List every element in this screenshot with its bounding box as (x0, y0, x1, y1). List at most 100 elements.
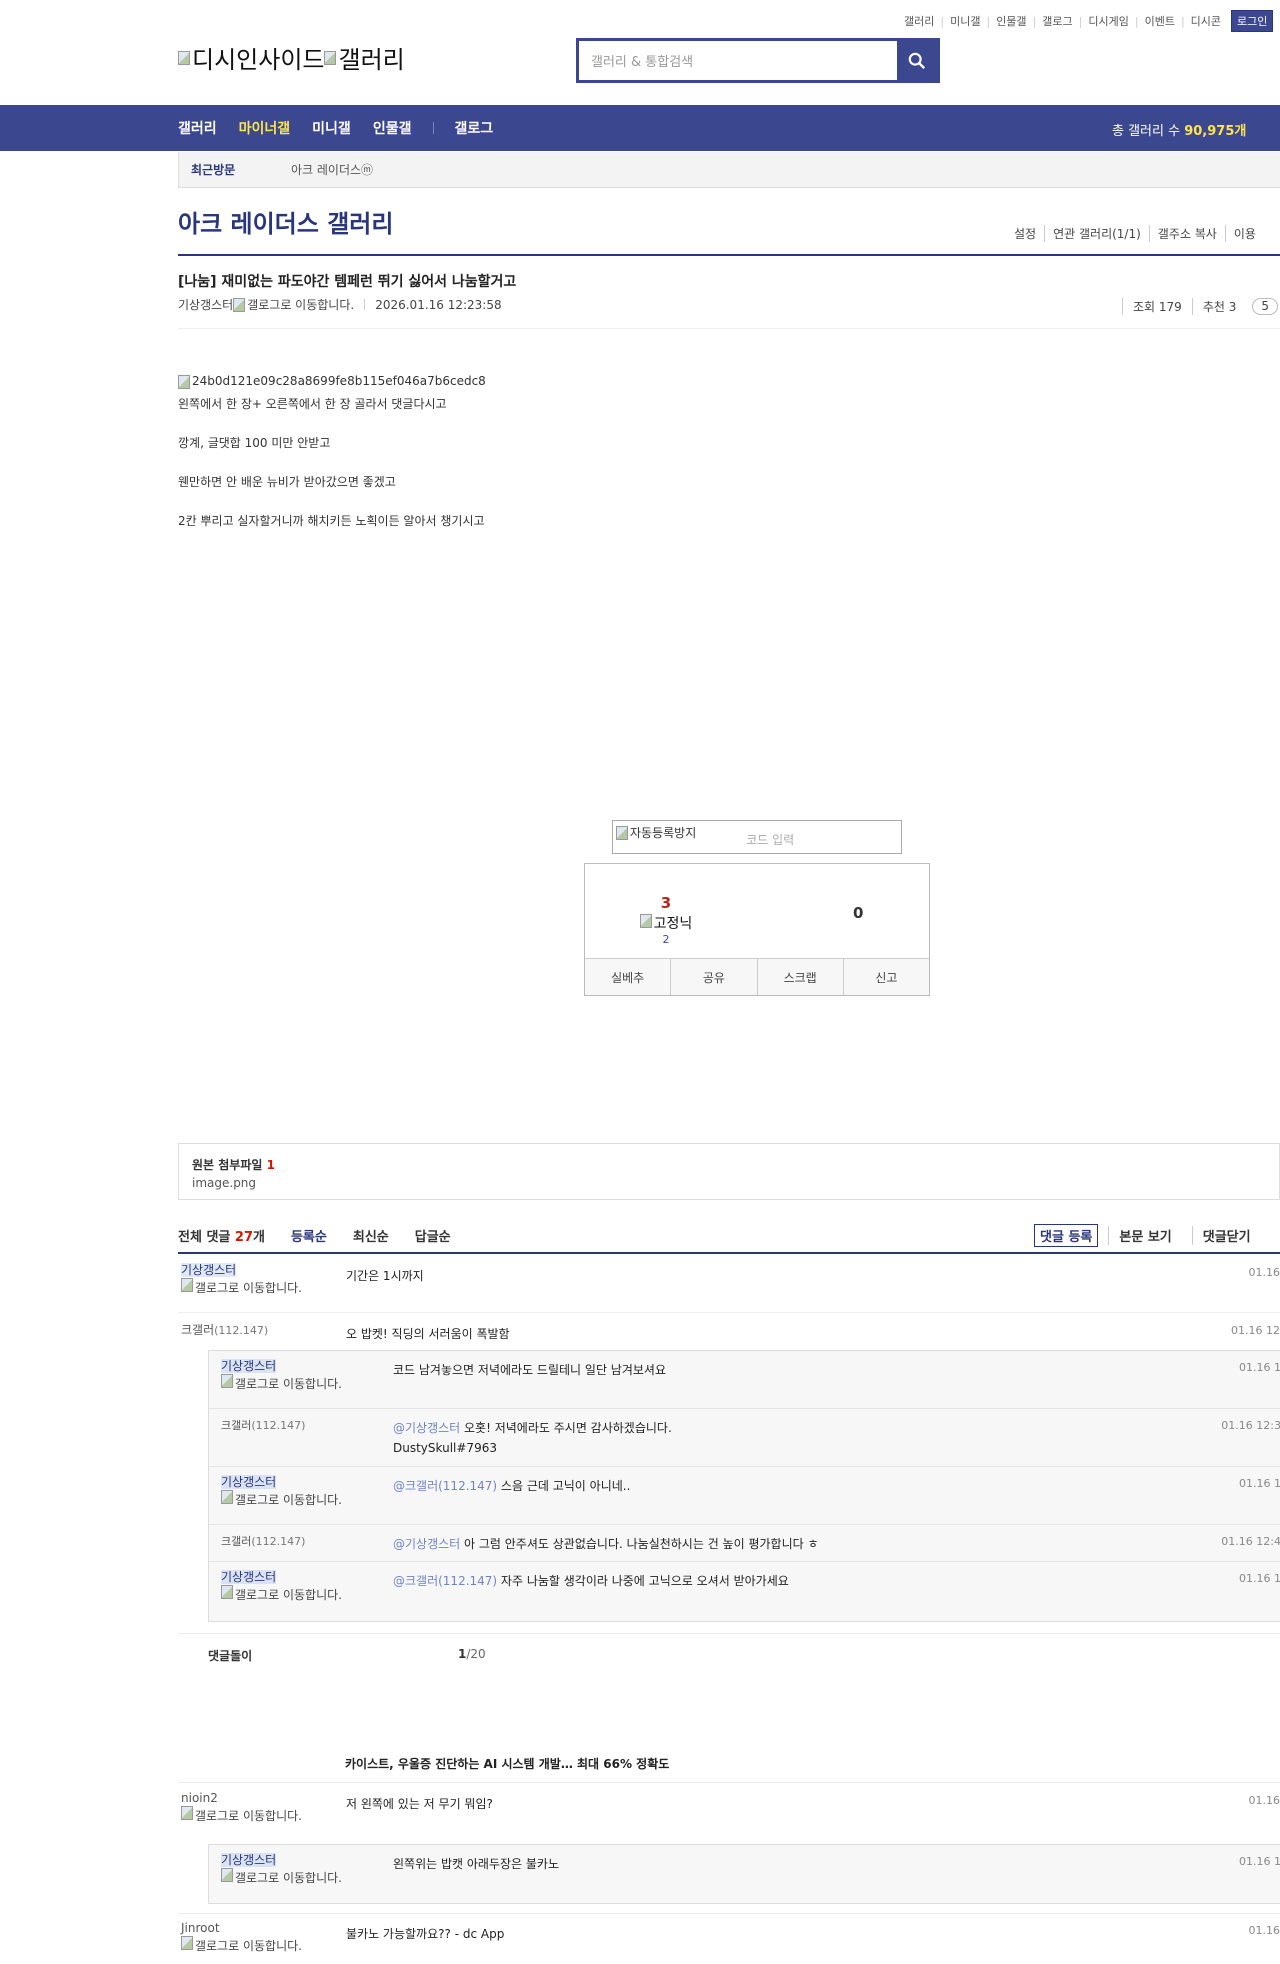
comment-bot-headline[interactable]: 카이스트, 우울증 진단하는 AI 시스템 개발… 최대 66% 정확도 (345, 1755, 669, 1772)
post-title: [나눔] 재미없는 파도야간 템페런 뛰기 싫어서 나눔할거고 (178, 274, 517, 290)
login-button[interactable]: 로그인 (1231, 10, 1274, 32)
post-recommends: 추천 3 (1191, 298, 1247, 315)
meta-divider (178, 328, 1280, 329)
toplink-minigal[interactable]: 미니갤 (950, 13, 980, 29)
top-links: 갤러리 | 미니갤 | 인물갤 | 갤로그 | 디시게임 | 이벤트 | 디시콘 로그인 (904, 10, 1274, 32)
reply-text: @기상갱스터 아 그럼 안주셔도 상관없습니다. 나눔실천하시는 건 높이 평가… (393, 1537, 819, 1551)
comment-nick[interactable]: 크갤러 (181, 1323, 214, 1337)
recommend-up-count: 3 (660, 894, 672, 912)
toplink-event[interactable]: 이벤트 (1145, 13, 1175, 29)
recommend-box: 3 고정닉 2 0 실베추 공유 스크랩 신고 (584, 863, 930, 996)
sort-by-replies[interactable]: 답글순 (415, 1226, 451, 1245)
section-divider (178, 1782, 1280, 1783)
toplink-gallery[interactable]: 갤러리 (904, 13, 934, 29)
main-nav: 갤러리 마이너갤 미니갤 인물갤 갤로그 총 갤러리 수 90,975개 (0, 105, 1280, 151)
captcha-image: 자동등록방지 (616, 824, 696, 841)
nav-gallog[interactable]: 갤로그 (454, 118, 493, 138)
comment-text: 기간은 1시까지 (346, 1269, 424, 1283)
post-views: 조회 179 (1122, 298, 1192, 315)
reply-mention[interactable]: @기상갱스터 (393, 1421, 460, 1435)
comment-nick[interactable]: 기상갱스터 (181, 1263, 237, 1277)
site-logo[interactable]: 디시인사이드 갤러리 (178, 40, 405, 75)
sort-by-registration[interactable]: 등록순 (291, 1226, 327, 1245)
comment-nick[interactable]: Jinroot (181, 1921, 220, 1935)
toplink-dcgame[interactable]: 디시게임 (1088, 13, 1128, 29)
reply-nick[interactable]: 기상갱스터 (221, 1853, 277, 1867)
attachment-file[interactable]: image.png (192, 1176, 1266, 1190)
silbe-recommend-button[interactable]: 실베추 (585, 959, 670, 995)
reply-mention[interactable]: @기상갱스터 (393, 1537, 460, 1551)
copy-gallery-address[interactable]: 갤주소 복사 (1148, 225, 1225, 242)
comment-register-button[interactable]: 댓글 등록 (1034, 1224, 1099, 1247)
close-comments-button[interactable]: 댓글닫기 (1191, 1226, 1261, 1245)
reply-time: 01.16 12:4 (1221, 1535, 1280, 1548)
comment-nick[interactable]: nioin2 (181, 1791, 218, 1805)
captcha-input[interactable]: 코드 입력 (746, 831, 794, 848)
reply-nick[interactable]: 기상갱스터 (221, 1359, 277, 1373)
search-input[interactable]: 갤러리 & 통합검색 (579, 41, 897, 80)
reply-list: 기상갱스터 갤로그로 이동합니다. 코드 남겨놓으면 저녁에라도 드릴테니 일단 … (208, 1350, 1280, 1622)
comment-count-badge[interactable]: 5 (1252, 298, 1278, 315)
attachment-label: 원본 첨부파일 1 (192, 1158, 275, 1172)
reply-mention[interactable]: @크갤러(112.147) (393, 1574, 497, 1588)
reply-text: @기상갱스터 오홋! 저녁에라도 주시면 감사하겠습니다. DustySkull#… (393, 1421, 672, 1455)
gallog-link-icon[interactable]: 갤로그로 이동합니다. (221, 1585, 351, 1602)
related-gallery[interactable]: 연관 갤러리(1/1) (1044, 225, 1149, 242)
nav-mini-gallery[interactable]: 미니갤 (312, 118, 351, 138)
reply-text: @크갤러(112.147) 자주 나눔할 생각이라 나중에 고닉으로 오셔서 받… (393, 1574, 789, 1588)
gallog-link-icon[interactable]: 갤로그로 이동합니다. (221, 1374, 351, 1391)
scrap-button[interactable]: 스크랩 (756, 959, 843, 995)
gallog-link-icon[interactable]: 갤로그로 이동합니다. (181, 1936, 311, 1953)
comment-row: Jinroot 갤로그로 이동합니다. 불카노 가능할까요?? - dc App … (178, 1913, 1280, 1964)
gallog-link-icon[interactable]: 갤로그로 이동합니다. (233, 296, 354, 313)
comment-header: 전체 댓글 27개 등록순 최신순 답글순 댓글 등록 본문 보기 댓글닫기 (178, 1224, 1280, 1254)
nav-minor-gallery[interactable]: 마이너갤 (239, 118, 291, 138)
recent-visit-item[interactable]: 아크 레이더스ⓜ (291, 161, 373, 178)
comment-time: 01.16 12 (1231, 1324, 1280, 1337)
gallery-usage[interactable]: 이용 (1224, 225, 1264, 242)
gallery-settings[interactable]: 설정 (1006, 225, 1044, 242)
recent-visit-label[interactable]: 최근방문 (179, 161, 291, 178)
gallog-link-icon[interactable]: 갤로그로 이동합니다. (221, 1490, 351, 1507)
view-post-button[interactable]: 본문 보기 (1108, 1226, 1181, 1245)
search-box: 갤러리 & 통합검색 (576, 38, 940, 83)
captcha-box: 자동등록방지 코드 입력 (612, 820, 902, 854)
reply-mention[interactable]: @크갤러(112.147) (393, 1479, 497, 1493)
recent-visit-bar: 최근방문 아크 레이더스ⓜ (178, 152, 1280, 188)
toplink-gallog[interactable]: 갤로그 (1042, 13, 1072, 29)
reply-text: 왼쪽위는 밥캣 아래두장은 불카노 (393, 1857, 560, 1871)
reply-list: 기상갱스터 갤로그로 이동합니다. 왼쪽위는 밥캣 아래두장은 불카노 01.16… (208, 1844, 1280, 1904)
nav-person-gallery[interactable]: 인물갤 (373, 118, 412, 138)
comment-text: 불카노 가능할까요?? - dc App (346, 1927, 505, 1941)
section-divider (178, 1633, 1280, 1634)
recommend-up[interactable]: 3 고정닉 2 (625, 894, 707, 946)
comment-time: 01.16 (1248, 1924, 1280, 1937)
share-button[interactable]: 공유 (670, 959, 756, 995)
reply-nick[interactable]: 크갤러 (221, 1419, 251, 1432)
comment-bot-label: 댓글돌이 (208, 1649, 253, 1663)
recommend-down-count[interactable]: 0 (853, 904, 863, 922)
gallog-link-icon[interactable]: 갤로그로 이동합니다. (181, 1806, 311, 1823)
post-image[interactable]: 24b0d121e09c28a8699fe8b115ef046a7b6cedc8 (178, 372, 486, 391)
gallery-title[interactable]: 아크 레이더스 갤러리 (178, 204, 393, 239)
report-button[interactable]: 신고 (842, 959, 929, 995)
nav-gallery[interactable]: 갤러리 (178, 118, 217, 138)
comment-text: 오 밥켓! 직딩의 서러움이 폭발함 (346, 1327, 510, 1341)
reply-time: 01.16 1 (1239, 1572, 1280, 1585)
gallog-link-icon[interactable]: 갤로그로 이동합니다. (221, 1868, 351, 1885)
title-divider (178, 254, 1280, 256)
post-author[interactable]: 기상갱스터 (178, 296, 233, 313)
toplink-persongal[interactable]: 인물갤 (996, 13, 1026, 29)
reply-nick[interactable]: 기상갱스터 (221, 1475, 277, 1489)
search-button[interactable] (897, 41, 937, 80)
toplink-dccon[interactable]: 디시콘 (1191, 13, 1221, 29)
sort-by-latest[interactable]: 최신순 (353, 1226, 389, 1245)
reply-nick[interactable]: 기상갱스터 (221, 1570, 277, 1584)
post-stats: 조회 179 추천 3 5 (1122, 298, 1278, 315)
comment-row: nioin2 갤로그로 이동합니다. 저 왼쪽에 있는 저 무기 뭐임? 01.1… (178, 1784, 1280, 1844)
logo-dcinside: 디시인사이드 (178, 40, 324, 75)
reply-row: 기상갱스터 갤로그로 이동합니다. 코드 남겨놓으면 저녁에라도 드릴테니 일단 … (209, 1351, 1280, 1409)
reply-ip: (112.147) (251, 1419, 306, 1432)
gallog-link-icon[interactable]: 갤로그로 이동합니다. (181, 1278, 311, 1295)
reply-nick[interactable]: 크갤러 (221, 1535, 251, 1548)
